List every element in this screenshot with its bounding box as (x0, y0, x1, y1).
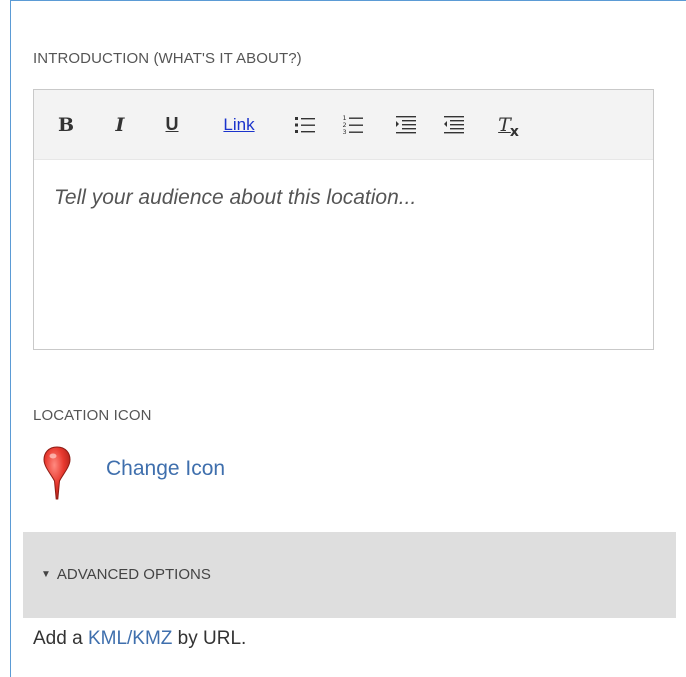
numbered-list-button[interactable]: 1 2 3 (338, 90, 368, 159)
add-kml-text: Add a KML/KMZ by URL. (33, 628, 246, 650)
link-button[interactable]: Link (216, 90, 262, 159)
add-kml-suffix: by URL. (172, 628, 247, 649)
rich-text-editor: B I U Link 1 2 3 Tx Tell your audience a… (33, 89, 654, 350)
editor-toolbar: B I U Link 1 2 3 Tx (34, 90, 653, 160)
kml-kmz-link[interactable]: KML/KMZ (88, 628, 172, 649)
indent-icon (396, 115, 416, 133)
location-icon-label: LOCATION ICON (33, 407, 152, 424)
add-kml-prefix: Add a (33, 628, 88, 649)
bulleted-list-icon (295, 116, 315, 133)
map-pin-icon (42, 445, 72, 501)
advanced-options-label: ADVANCED OPTIONS (56, 566, 211, 583)
clear-formatting-x: x (509, 123, 519, 140)
underline-button[interactable]: U (158, 90, 186, 159)
bold-button[interactable]: B (52, 90, 80, 159)
editor-text-area[interactable]: Tell your audience about this location..… (34, 160, 653, 236)
svg-text:3: 3 (343, 128, 347, 136)
outdent-icon (444, 115, 464, 133)
indent-button[interactable] (391, 90, 421, 159)
clear-formatting-t: T (498, 113, 511, 136)
italic-button[interactable]: I (106, 90, 134, 159)
bulleted-list-button[interactable] (290, 90, 320, 159)
outdent-button[interactable] (439, 90, 469, 159)
caret-down-icon: ▼ (41, 569, 51, 580)
editor-placeholder: Tell your audience about this location..… (54, 186, 417, 209)
advanced-options-header[interactable]: ▼ ADVANCED OPTIONS (23, 532, 676, 618)
numbered-list-icon: 1 2 3 (343, 114, 363, 136)
clear-formatting-button[interactable]: Tx (492, 90, 526, 159)
clear-formatting-icon: Tx (498, 113, 520, 140)
advanced-options-toggle[interactable]: ▼ ADVANCED OPTIONS (41, 566, 211, 583)
introduction-label: INTRODUCTION (WHAT'S IT ABOUT?) (33, 50, 302, 67)
change-icon-link[interactable]: Change Icon (106, 457, 225, 481)
